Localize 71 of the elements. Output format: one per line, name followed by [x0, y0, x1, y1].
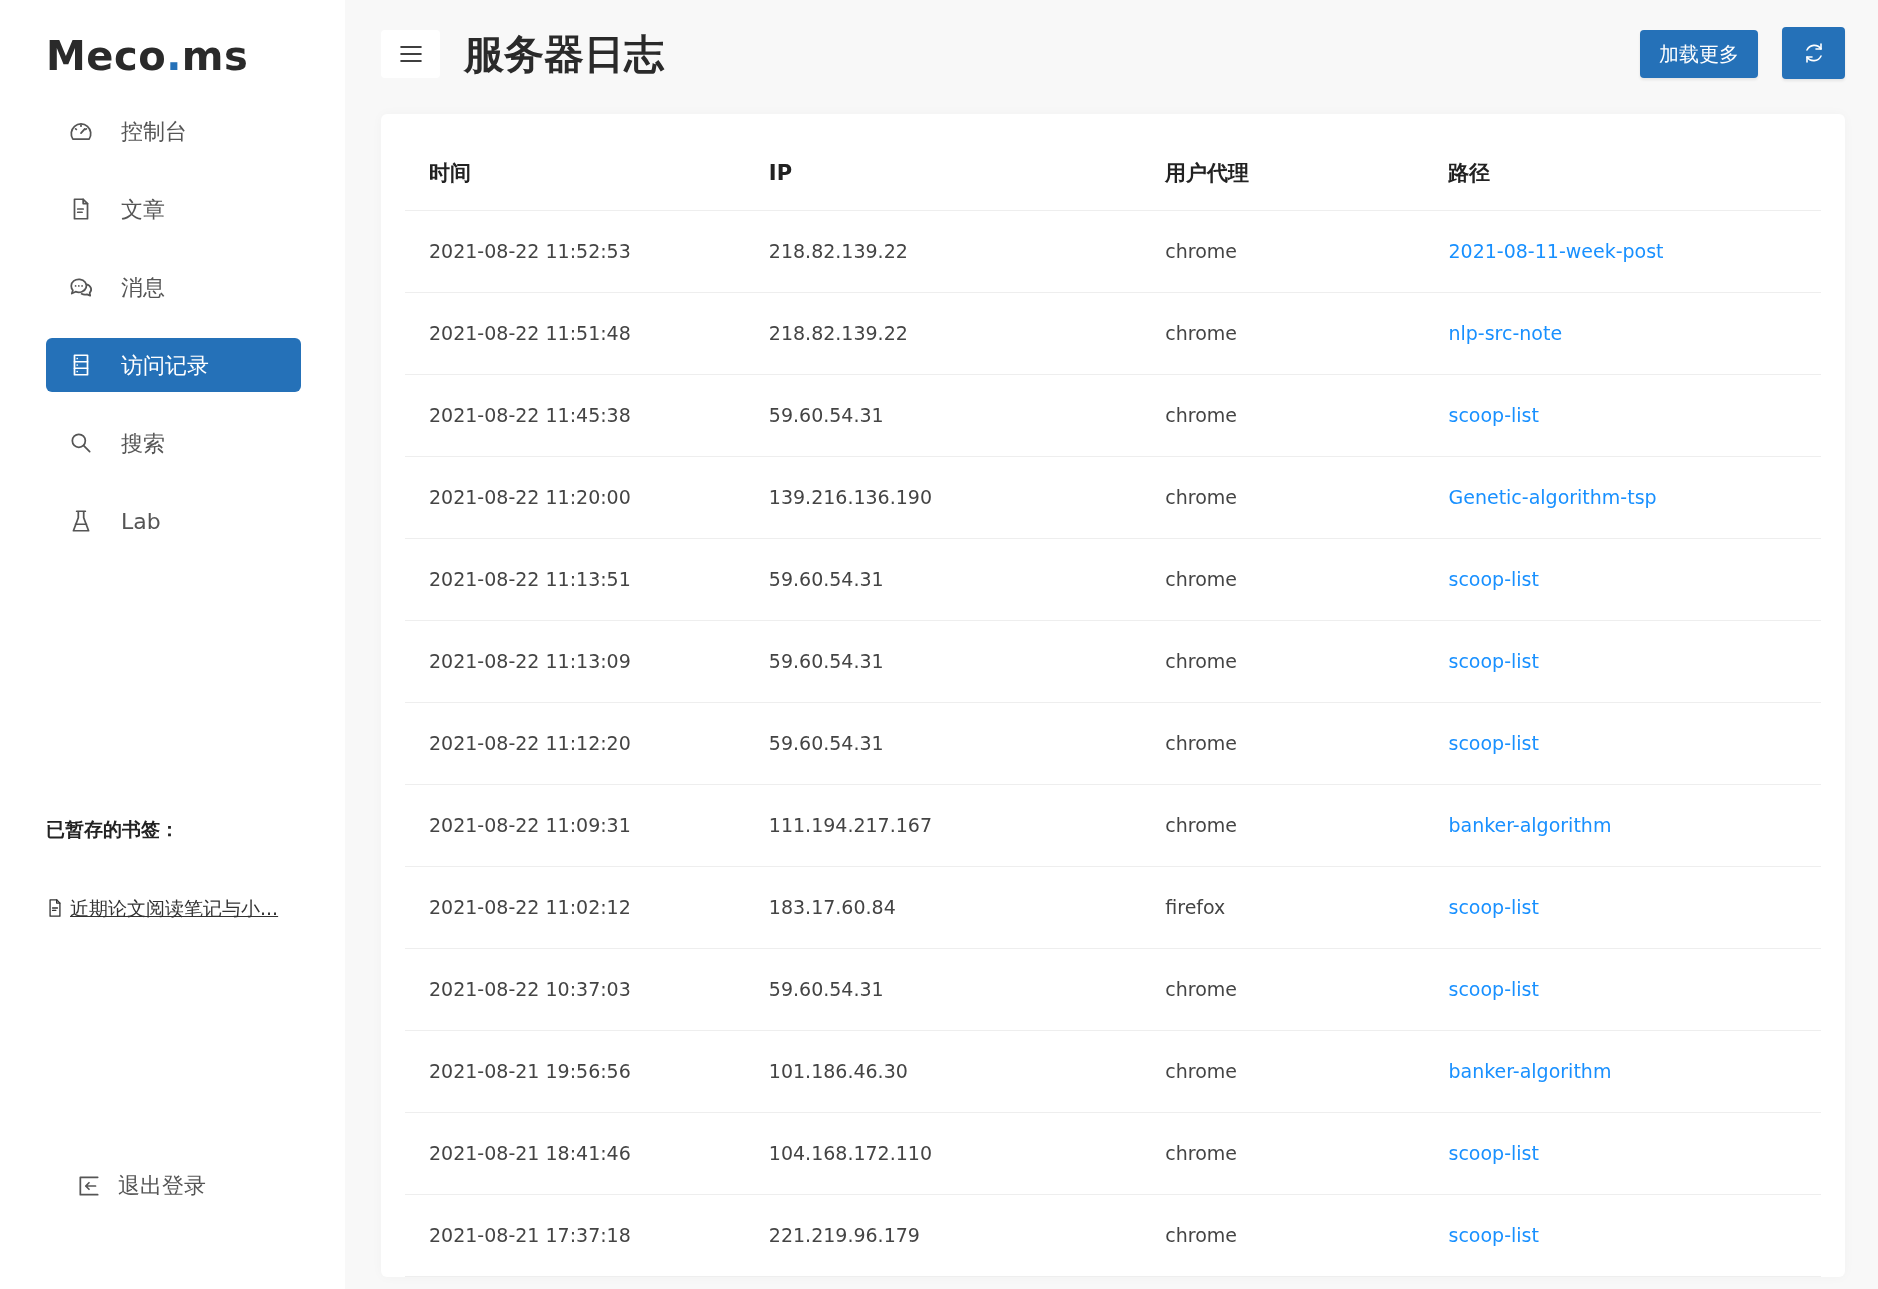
- table-cell: 101.186.46.30: [744, 1030, 1142, 1112]
- load-more-button[interactable]: 加载更多: [1640, 30, 1758, 78]
- table-cell: chrome: [1141, 456, 1425, 538]
- table-cell: 2021-08-22 11:13:09: [405, 620, 745, 702]
- table-cell: 2021-08-21 19:56:56: [405, 1030, 745, 1112]
- path-link[interactable]: scoop-list: [1448, 731, 1539, 754]
- nav-item[interactable]: 消息: [46, 260, 301, 314]
- column-header: 用户代理: [1141, 138, 1425, 210]
- path-link[interactable]: scoop-list: [1448, 895, 1539, 918]
- table-cell: firefox: [1141, 866, 1425, 948]
- table-cell: 2021-08-22 11:13:51: [405, 538, 745, 620]
- table-cell: 2021-08-22 11:45:38: [405, 374, 745, 456]
- table-cell: 218.82.139.22: [744, 210, 1142, 292]
- path-link[interactable]: banker-algorithm: [1448, 1059, 1612, 1082]
- nav-item[interactable]: 搜索: [46, 416, 301, 470]
- column-header: 路径: [1424, 138, 1821, 210]
- path-link[interactable]: scoop-list: [1448, 1223, 1539, 1246]
- page-title: 服务器日志: [464, 30, 664, 78]
- table-cell: 59.60.54.31: [744, 620, 1142, 702]
- table-cell: chrome: [1141, 948, 1425, 1030]
- table-cell: 59.60.54.31: [744, 374, 1142, 456]
- table-cell: 2021-08-21 18:41:46: [405, 1112, 745, 1194]
- table-cell: 2021-08-22 11:12:20: [405, 702, 745, 784]
- table-cell: 2021-08-21 17:37:18: [405, 1194, 745, 1276]
- table-cell: 59.60.54.31: [744, 948, 1142, 1030]
- table-cell: chrome: [1141, 1112, 1425, 1194]
- site-logo[interactable]: Meco.ms: [46, 26, 307, 86]
- menu-button[interactable]: [381, 30, 440, 78]
- table-cell: 2021-08-22 11:09:31: [405, 784, 745, 866]
- table-cell: 139.216.136.190: [744, 456, 1142, 538]
- path-link[interactable]: scoop-list: [1448, 567, 1539, 590]
- path-link[interactable]: banker-algorithm: [1448, 813, 1612, 836]
- table-cell: 2021-08-22 11:02:12: [405, 866, 745, 948]
- table-cell: chrome: [1141, 702, 1425, 784]
- path-link[interactable]: scoop-list: [1448, 649, 1539, 672]
- table-cell: chrome: [1141, 784, 1425, 866]
- table-cell: 104.168.172.110: [744, 1112, 1142, 1194]
- bookmarks-heading: 已暂存的书签：: [46, 817, 180, 843]
- table-cell: chrome: [1141, 1030, 1425, 1112]
- document-icon: [46, 897, 64, 918]
- nav-item[interactable]: 访问记录: [46, 338, 301, 392]
- table-cell: 2021-08-22 11:20:00: [405, 456, 745, 538]
- table-cell: 59.60.54.31: [744, 702, 1142, 784]
- table-cell: chrome: [1141, 1194, 1425, 1276]
- table-cell: 2021-08-22 10:37:03: [405, 948, 745, 1030]
- table-cell: 221.219.96.179: [744, 1194, 1142, 1276]
- logout-button[interactable]: 退出登录: [70, 1168, 307, 1203]
- table-cell: chrome: [1141, 292, 1425, 374]
- nav-item[interactable]: 文章: [46, 182, 301, 236]
- path-link[interactable]: Genetic-algorithm-tsp: [1448, 485, 1657, 508]
- table-cell: 218.82.139.22: [744, 292, 1142, 374]
- menu-icon: [398, 44, 423, 64]
- table-cell: 183.17.60.84: [744, 866, 1142, 948]
- path-link[interactable]: scoop-list: [1448, 1141, 1539, 1164]
- column-header: IP: [744, 138, 1142, 210]
- path-link[interactable]: scoop-list: [1448, 403, 1539, 426]
- table-cell: 2021-08-22 11:52:53: [405, 210, 745, 292]
- path-link[interactable]: nlp-src-note: [1448, 321, 1563, 344]
- table-cell: 2021-08-22 11:51:48: [405, 292, 745, 374]
- nav-item[interactable]: Lab: [46, 494, 301, 548]
- table-cell: chrome: [1141, 620, 1425, 702]
- path-link[interactable]: scoop-list: [1448, 977, 1539, 1000]
- table-cell: 59.60.54.31: [744, 538, 1142, 620]
- table-cell: chrome: [1141, 538, 1425, 620]
- nav-item[interactable]: 控制台: [46, 104, 301, 158]
- path-link[interactable]: 2021-08-11-week-post: [1448, 239, 1664, 262]
- table-cell: 111.194.217.167: [744, 784, 1142, 866]
- refresh-button[interactable]: [1782, 27, 1845, 79]
- table-cell: chrome: [1141, 210, 1425, 292]
- table-cell: chrome: [1141, 374, 1425, 456]
- column-header: 时间: [405, 138, 745, 210]
